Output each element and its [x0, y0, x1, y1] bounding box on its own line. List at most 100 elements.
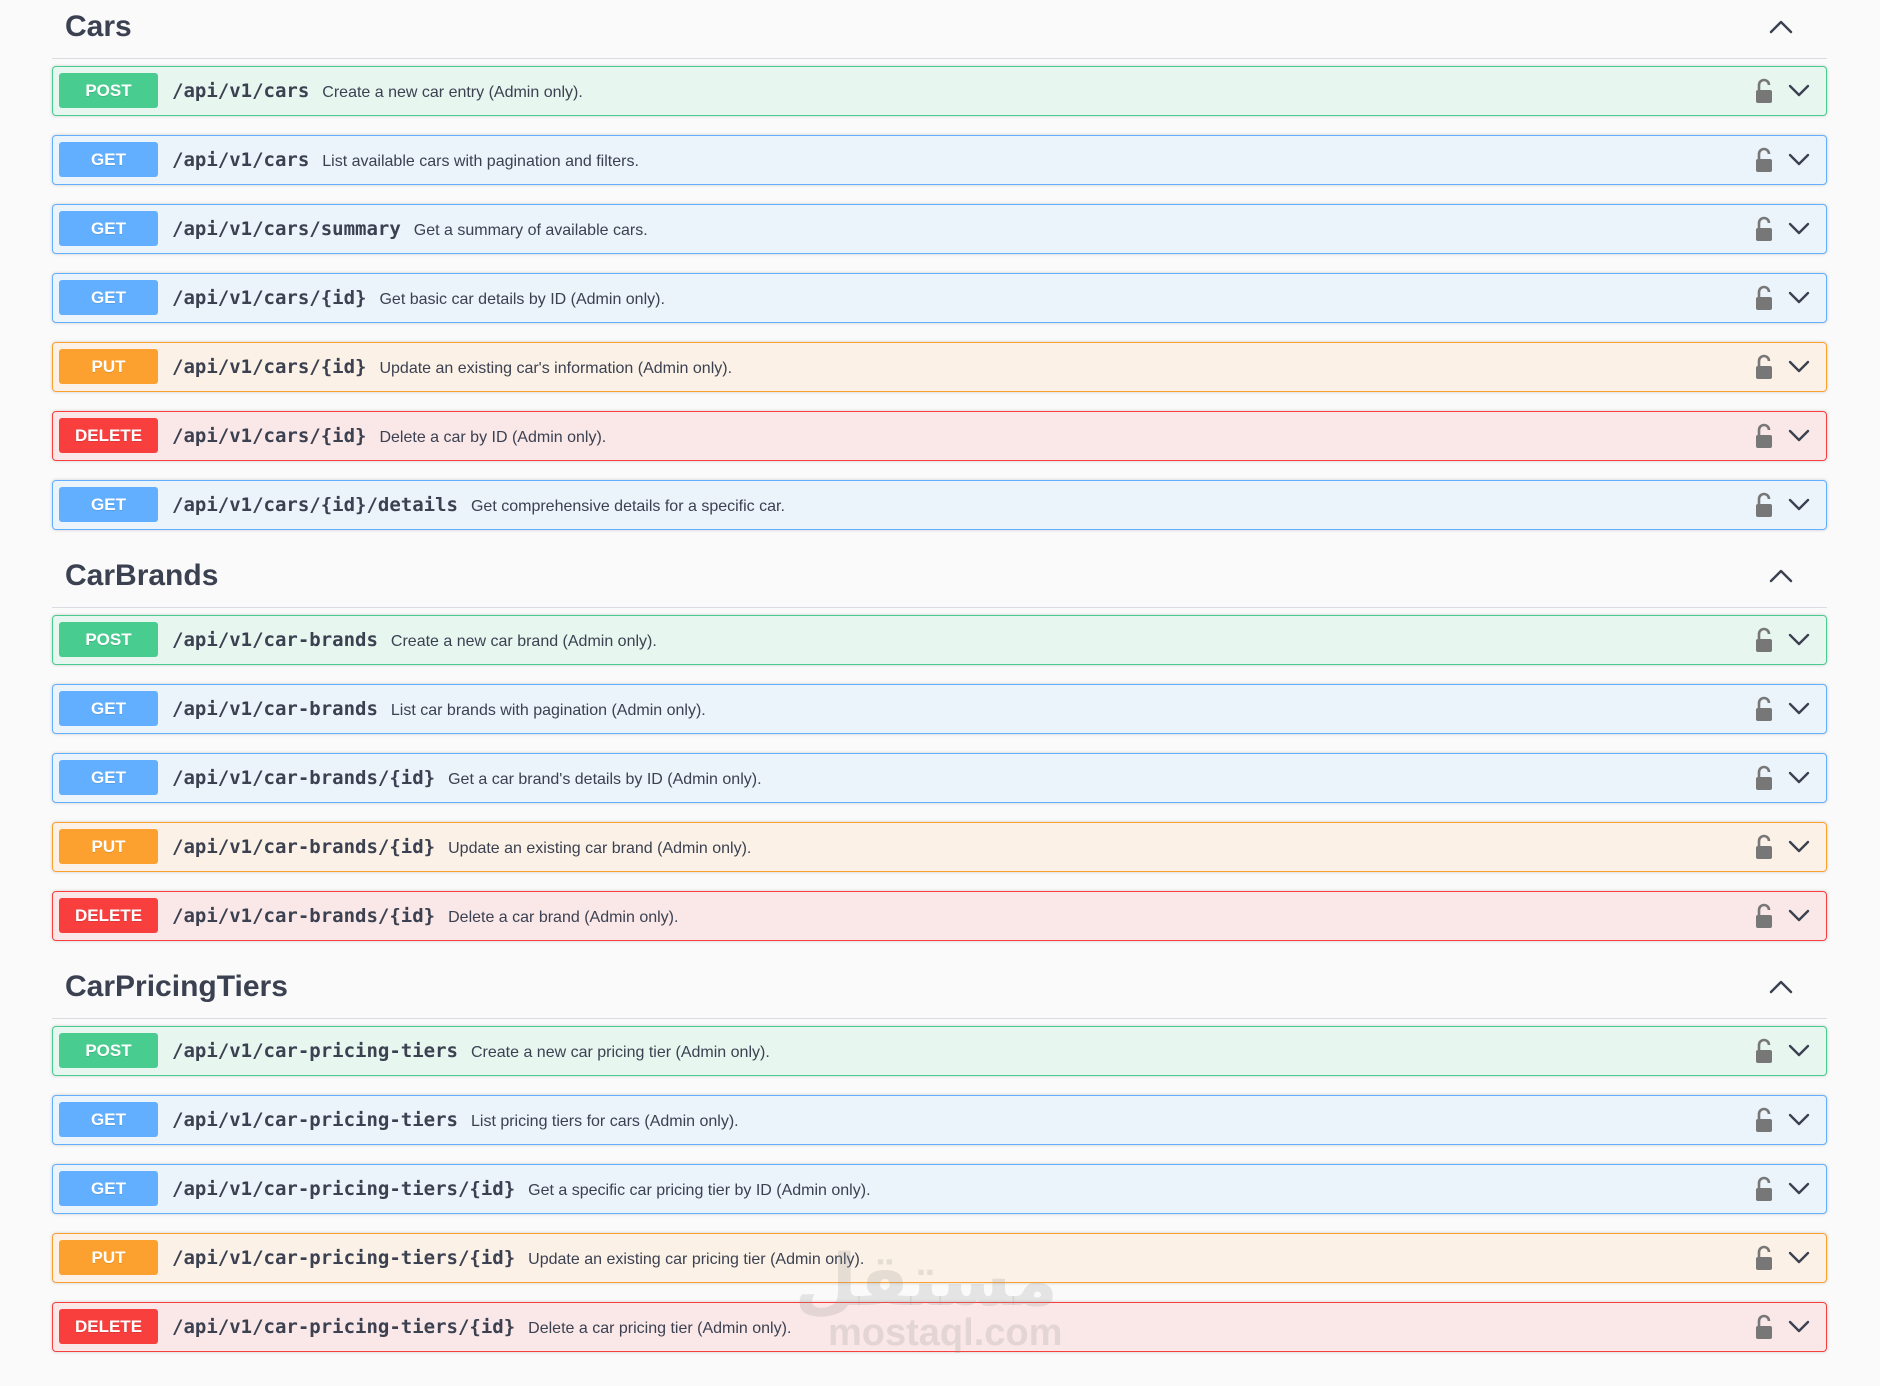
- unlocked-padlock-icon[interactable]: [1753, 626, 1775, 654]
- endpoint-path: /api/v1/car-pricing-tiers/{id} Update an …: [172, 1247, 865, 1269]
- operation-row[interactable]: DELETE /api/v1/car-pricing-tiers/{id} Del…: [52, 1302, 1827, 1352]
- endpoint-path: /api/v1/car-pricing-tiers/{id} Get a spec…: [172, 1178, 871, 1200]
- tag-section-car-brands: CarBrands POST /api/v1/car-brands Create …: [52, 549, 1827, 941]
- chevron-down-icon[interactable]: [1786, 905, 1812, 925]
- endpoint-path: /api/v1/cars/summary Get a summary of ava…: [172, 218, 648, 240]
- endpoint-description: List pricing tiers for cars (Admin only)…: [470, 1113, 739, 1130]
- chevron-down-icon[interactable]: [1786, 80, 1812, 100]
- chevron-down-icon[interactable]: [1786, 767, 1812, 787]
- http-method-badge: POST: [59, 622, 158, 657]
- chevron-down-icon[interactable]: [1786, 494, 1812, 514]
- endpoint-path: /api/v1/car-brands/{id} Delete a car bran…: [172, 905, 679, 927]
- chevron-up-icon[interactable]: [1767, 15, 1795, 39]
- endpoint-path: /api/v1/car-brands/{id} Get a car brand's…: [172, 767, 762, 789]
- tag-section-title: CarPricingTiers: [65, 970, 288, 1003]
- operation-row[interactable]: GET /api/v1/car-brands/{id} Get a car bra…: [52, 753, 1827, 803]
- http-method-badge: PUT: [59, 1240, 158, 1275]
- operation-row[interactable]: GET /api/v1/cars/summary Get a summary of…: [52, 204, 1827, 254]
- endpoint-path: /api/v1/cars/{id}/details Get comprehensi…: [172, 494, 785, 516]
- unlocked-padlock-icon[interactable]: [1753, 1244, 1775, 1272]
- unlocked-padlock-icon[interactable]: [1753, 833, 1775, 861]
- tag-section-header[interactable]: Cars: [52, 0, 1827, 59]
- unlocked-padlock-icon[interactable]: [1753, 1313, 1775, 1341]
- unlocked-padlock-icon[interactable]: [1753, 491, 1775, 519]
- endpoint-description: Get comprehensive details for a specific…: [470, 498, 785, 515]
- unlocked-padlock-icon[interactable]: [1753, 1175, 1775, 1203]
- chevron-down-icon[interactable]: [1786, 356, 1812, 376]
- tag-section-title: Cars: [65, 10, 132, 43]
- unlocked-padlock-icon[interactable]: [1753, 764, 1775, 792]
- endpoint-path: /api/v1/cars/{id} Update an existing car'…: [172, 356, 733, 378]
- endpoint-description: Update an existing car pricing tier (Adm…: [528, 1251, 865, 1268]
- unlocked-padlock-icon[interactable]: [1753, 1106, 1775, 1134]
- chevron-down-icon[interactable]: [1786, 836, 1812, 856]
- http-method-badge: GET: [59, 1171, 158, 1206]
- http-method-badge: GET: [59, 1102, 158, 1137]
- endpoint-path: /api/v1/car-brands/{id} Update an existin…: [172, 836, 752, 858]
- tag-section-title: CarBrands: [65, 559, 219, 592]
- chevron-down-icon[interactable]: [1786, 629, 1812, 649]
- endpoint-description: Get basic car details by ID (Admin only)…: [379, 291, 665, 308]
- endpoint-path: /api/v1/cars/{id} Delete a car by ID (Adm…: [172, 425, 607, 447]
- endpoint-description: Create a new car pricing tier (Admin onl…: [470, 1044, 770, 1061]
- operation-row[interactable]: GET /api/v1/car-pricing-tiers List pricin…: [52, 1095, 1827, 1145]
- unlocked-padlock-icon[interactable]: [1753, 422, 1775, 450]
- http-method-badge: DELETE: [59, 418, 158, 453]
- unlocked-padlock-icon[interactable]: [1753, 1037, 1775, 1065]
- operation-row[interactable]: DELETE /api/v1/cars/{id} Delete a car by …: [52, 411, 1827, 461]
- chevron-up-icon[interactable]: [1767, 975, 1795, 999]
- operation-row[interactable]: PUT /api/v1/car-pricing-tiers/{id} Update…: [52, 1233, 1827, 1283]
- operation-row[interactable]: PUT /api/v1/car-brands/{id} Update an exi…: [52, 822, 1827, 872]
- chevron-down-icon[interactable]: [1786, 1247, 1812, 1267]
- unlocked-padlock-icon[interactable]: [1753, 77, 1775, 105]
- unlocked-padlock-icon[interactable]: [1753, 284, 1775, 312]
- chevron-down-icon[interactable]: [1786, 149, 1812, 169]
- unlocked-padlock-icon[interactable]: [1753, 146, 1775, 174]
- chevron-down-icon[interactable]: [1786, 425, 1812, 445]
- operation-row[interactable]: POST /api/v1/car-pricing-tiers Create a n…: [52, 1026, 1827, 1076]
- http-method-badge: DELETE: [59, 1309, 158, 1344]
- tag-section-header[interactable]: CarPricingTiers: [52, 960, 1827, 1019]
- unlocked-padlock-icon[interactable]: [1753, 695, 1775, 723]
- http-method-badge: DELETE: [59, 898, 158, 933]
- api-docs-page: Cars POST /api/v1/cars Create a new car e…: [52, 0, 1827, 1371]
- endpoint-path: /api/v1/car-pricing-tiers Create a new ca…: [172, 1040, 770, 1062]
- http-method-badge: GET: [59, 487, 158, 522]
- chevron-down-icon[interactable]: [1786, 1109, 1812, 1129]
- endpoint-description: List available cars with pagination and …: [322, 153, 639, 170]
- endpoint-path: /api/v1/car-pricing-tiers List pricing ti…: [172, 1109, 739, 1131]
- endpoint-description: Update an existing car brand (Admin only…: [448, 840, 752, 857]
- endpoint-path: /api/v1/car-brands List car brands with p…: [172, 698, 706, 720]
- operation-row[interactable]: PUT /api/v1/cars/{id} Update an existing …: [52, 342, 1827, 392]
- unlocked-padlock-icon[interactable]: [1753, 353, 1775, 381]
- endpoint-description: Delete a car pricing tier (Admin only).: [528, 1320, 792, 1337]
- chevron-down-icon[interactable]: [1786, 1040, 1812, 1060]
- chevron-down-icon[interactable]: [1786, 1178, 1812, 1198]
- operation-row[interactable]: POST /api/v1/cars Create a new car entry …: [52, 66, 1827, 116]
- http-method-badge: POST: [59, 73, 158, 108]
- http-method-badge: GET: [59, 280, 158, 315]
- unlocked-padlock-icon[interactable]: [1753, 215, 1775, 243]
- operation-row[interactable]: GET /api/v1/car-pricing-tiers/{id} Get a …: [52, 1164, 1827, 1214]
- unlocked-padlock-icon[interactable]: [1753, 902, 1775, 930]
- chevron-down-icon[interactable]: [1786, 1316, 1812, 1336]
- operation-row[interactable]: GET /api/v1/car-brands List car brands wi…: [52, 684, 1827, 734]
- endpoint-path: /api/v1/car-brands Create a new car brand…: [172, 629, 657, 651]
- operation-row[interactable]: POST /api/v1/car-brands Create a new car …: [52, 615, 1827, 665]
- operation-row[interactable]: DELETE /api/v1/car-brands/{id} Delete a c…: [52, 891, 1827, 941]
- operation-row[interactable]: GET /api/v1/cars List available cars with…: [52, 135, 1827, 185]
- http-method-badge: GET: [59, 691, 158, 726]
- endpoint-description: Delete a car by ID (Admin only).: [379, 429, 607, 446]
- endpoint-path: /api/v1/cars/{id} Get basic car details b…: [172, 287, 665, 309]
- chevron-down-icon[interactable]: [1786, 218, 1812, 238]
- operation-row[interactable]: GET /api/v1/cars/{id} Get basic car detai…: [52, 273, 1827, 323]
- endpoint-description: Update an existing car's information (Ad…: [379, 360, 733, 377]
- tag-section-header[interactable]: CarBrands: [52, 549, 1827, 608]
- http-method-badge: GET: [59, 211, 158, 246]
- chevron-down-icon[interactable]: [1786, 698, 1812, 718]
- operation-row[interactable]: GET /api/v1/cars/{id}/details Get compreh…: [52, 480, 1827, 530]
- chevron-down-icon[interactable]: [1786, 287, 1812, 307]
- http-method-badge: PUT: [59, 349, 158, 384]
- endpoint-path: /api/v1/cars List available cars with pag…: [172, 149, 639, 171]
- chevron-up-icon[interactable]: [1767, 564, 1795, 588]
